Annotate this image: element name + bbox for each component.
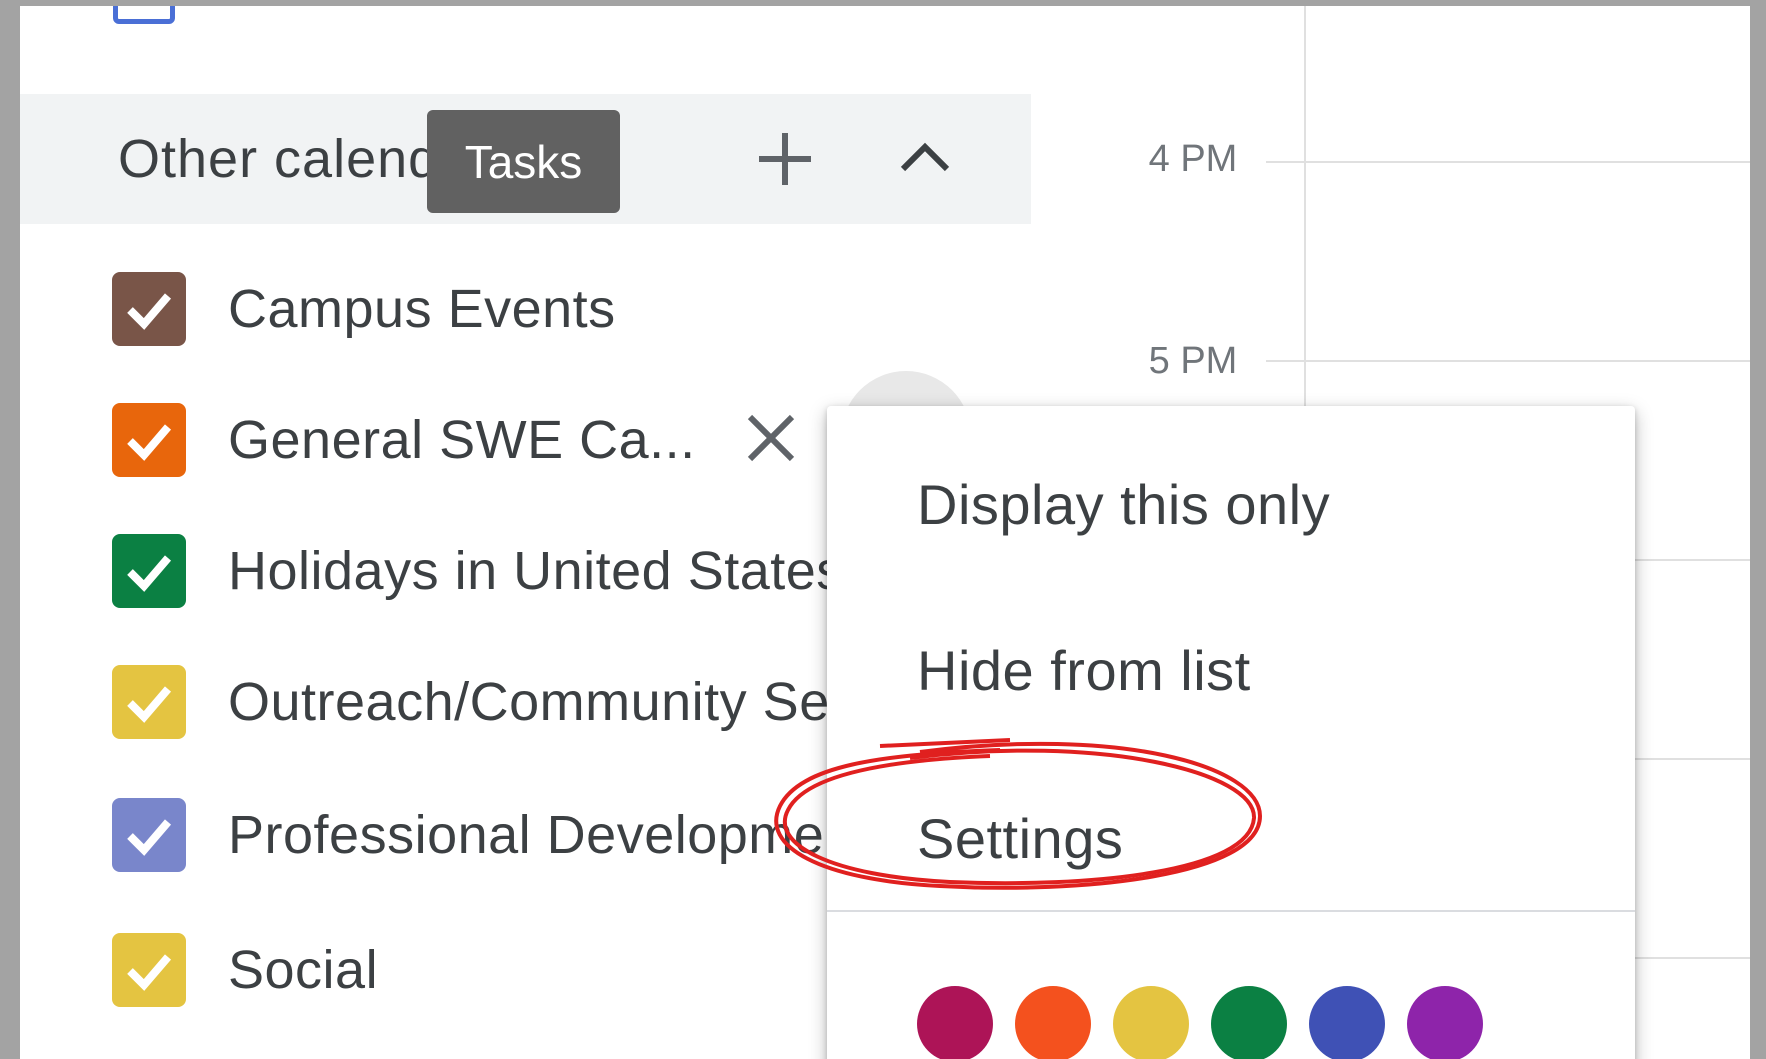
calendar-window: 4 PM 5 PM Other calendars Tasks Campus E… [20, 6, 1750, 1059]
calendar-label: General SWE Ca... [228, 410, 696, 470]
calendar-checkbox[interactable] [112, 403, 186, 477]
calendar-label: Campus Events [228, 279, 616, 339]
collapse-section-button[interactable] [880, 114, 970, 204]
other-calendars-header[interactable]: Other calendars Tasks [20, 94, 1031, 224]
hour-line-5pm [1266, 360, 1750, 362]
color-swatch[interactable] [917, 986, 993, 1059]
plus-icon [759, 133, 811, 185]
calendar-item-outreach[interactable]: Outreach/Community Service [112, 651, 946, 751]
color-swatch[interactable] [1407, 986, 1483, 1059]
color-swatch[interactable] [1015, 986, 1091, 1059]
calendar-checkbox[interactable] [112, 933, 186, 1007]
time-label-5pm: 5 PM [1148, 340, 1238, 382]
calendar-checkbox[interactable] [112, 665, 186, 739]
hour-line-4pm [1266, 161, 1750, 163]
highlight-circle-annotation [774, 738, 1263, 890]
calendar-checkbox[interactable] [112, 798, 186, 872]
calendar-item-professional-development[interactable]: Professional Development [112, 784, 872, 884]
calendar-checkbox-partial[interactable] [113, 6, 175, 24]
menu-divider [827, 910, 1635, 912]
calendar-item-holidays[interactable]: Holidays in United States [112, 520, 872, 620]
check-icon [127, 555, 172, 592]
chevron-up-icon [900, 142, 950, 172]
menu-item-label: Display this only [917, 473, 1331, 536]
calendar-item-social[interactable]: Social [112, 919, 872, 1019]
calendar-label: Holidays in United States [228, 541, 844, 601]
section-title: Other calendars [118, 129, 428, 189]
color-swatch[interactable] [1211, 986, 1287, 1059]
unsubscribe-button[interactable] [736, 403, 806, 473]
calendar-checkbox[interactable] [112, 272, 186, 346]
menu-item-hide-from-list[interactable]: Hide from list [827, 590, 1635, 740]
menu-item-label: Hide from list [917, 639, 1251, 702]
check-icon [127, 954, 172, 991]
check-icon [127, 424, 172, 461]
calendar-item-general-swe[interactable]: General SWE Ca... [112, 389, 872, 489]
add-calendar-button[interactable] [740, 114, 830, 204]
check-icon [127, 686, 172, 723]
check-icon [127, 293, 172, 330]
menu-item-display-only[interactable]: Display this only [827, 424, 1635, 574]
color-swatch[interactable] [1113, 986, 1189, 1059]
time-label-4pm: 4 PM [1148, 138, 1238, 180]
color-swatch[interactable] [1309, 986, 1385, 1059]
tasks-tooltip: Tasks [427, 110, 620, 213]
calendar-label: Social [228, 940, 379, 1000]
close-icon [747, 414, 795, 462]
calendar-checkbox[interactable] [112, 534, 186, 608]
calendar-item-campus-events[interactable]: Campus Events [112, 258, 872, 358]
check-icon [127, 819, 172, 856]
